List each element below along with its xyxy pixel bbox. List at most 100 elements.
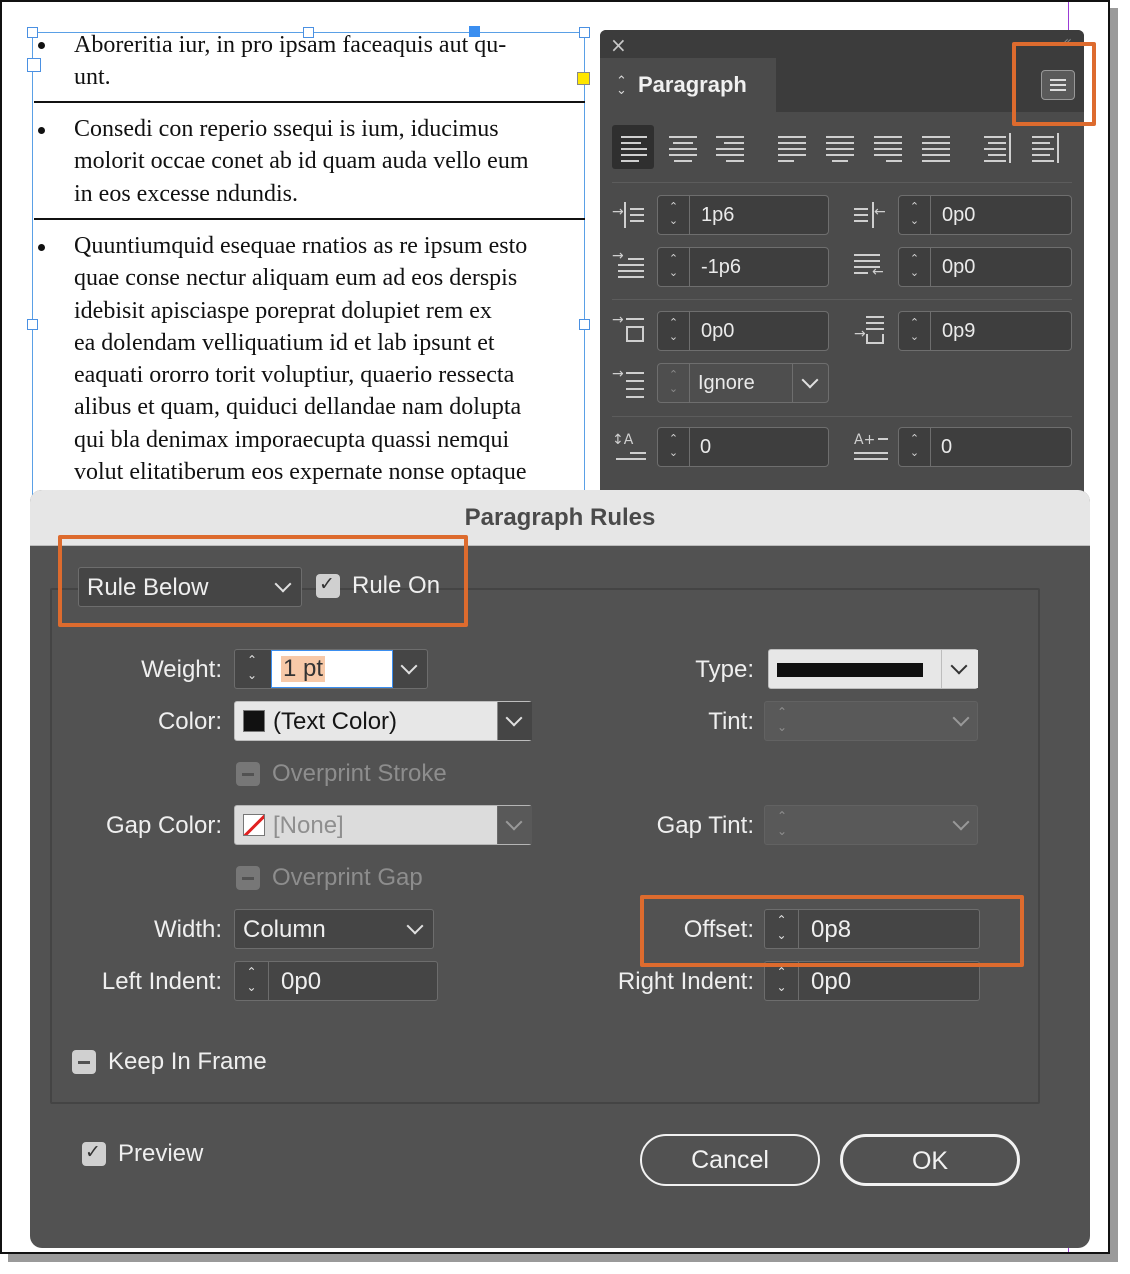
weight-field[interactable]: ⌃ ⌄ 1 pt bbox=[234, 649, 428, 689]
left-indent-value[interactable]: 1p6 bbox=[701, 204, 734, 227]
frame-handle[interactable] bbox=[27, 27, 38, 38]
chevron-down-icon bbox=[406, 917, 424, 935]
justify-center-icon[interactable] bbox=[820, 125, 862, 169]
drop-cap-chars-value[interactable]: 0 bbox=[941, 436, 952, 459]
paragraph-rule bbox=[34, 101, 585, 103]
weight-value[interactable]: 1 pt bbox=[281, 656, 326, 682]
width-select[interactable]: Column bbox=[234, 909, 434, 949]
stepper-icon[interactable]: ⌃ ⌄ bbox=[658, 196, 690, 234]
alignment-buttons bbox=[612, 125, 1072, 171]
align-away-from-spine-icon[interactable] bbox=[1026, 125, 1068, 169]
space-after-field[interactable]: ⌃ ⌄ 0p9 bbox=[898, 311, 1072, 351]
left-indent-value[interactable]: 0p0 bbox=[281, 968, 321, 996]
stepper-icon[interactable]: ⌃ ⌄ bbox=[899, 196, 931, 234]
tint-label: Tint: bbox=[708, 708, 754, 735]
last-line-indent-field[interactable]: ⌃ ⌄ 0p0 bbox=[898, 247, 1072, 287]
frame-handle[interactable] bbox=[27, 58, 41, 72]
offset-highlight-callout bbox=[640, 895, 1024, 967]
first-line-indent-field[interactable]: ⌃ ⌄ -1p6 bbox=[657, 247, 829, 287]
paragraph-3: Quuntiumquid esequae rnatios as re ipsum… bbox=[74, 230, 584, 488]
keep-in-frame-checkbox[interactable] bbox=[72, 1050, 96, 1074]
divider bbox=[612, 416, 1072, 417]
none-swatch-icon bbox=[243, 814, 265, 836]
color-label: Color: bbox=[157, 708, 222, 735]
type-label: Type: bbox=[695, 656, 754, 683]
width-label: Width: bbox=[153, 916, 222, 943]
close-icon[interactable]: × bbox=[610, 33, 627, 57]
align-to-grid-icon: → bbox=[612, 366, 646, 398]
align-to-grid-dropdown[interactable]: ⌃ ⌄ Ignore bbox=[657, 363, 829, 403]
stepper-icon[interactable]: ⌃ ⌄ bbox=[765, 962, 799, 1000]
stepper-icon[interactable]: ⌃ ⌄ bbox=[658, 312, 690, 350]
bullet bbox=[38, 127, 45, 134]
last-line-indent-value[interactable]: 0p0 bbox=[942, 256, 975, 279]
divider bbox=[612, 299, 1072, 300]
right-indent-field[interactable]: ⌃ ⌄ 0p0 bbox=[898, 195, 1072, 235]
stepper-icon[interactable]: ⌃ ⌄ bbox=[658, 248, 690, 286]
preview-label[interactable]: Preview bbox=[118, 1140, 203, 1168]
drop-cap-lines-field[interactable]: ⌃ ⌄ 0 bbox=[657, 427, 829, 467]
color-select[interactable]: (Text Color) bbox=[234, 701, 532, 741]
justify-all-icon[interactable] bbox=[916, 125, 958, 169]
align-towards-spine-icon[interactable] bbox=[978, 125, 1020, 169]
type-select[interactable] bbox=[768, 649, 978, 689]
space-before-value[interactable]: 0p0 bbox=[701, 320, 734, 343]
stepper-icon[interactable]: ⌃ ⌄ bbox=[235, 650, 269, 688]
text-line: alibus et quam, quiduci dellandae nam do… bbox=[74, 394, 522, 421]
stepper-icon[interactable]: ⌃ ⌄ bbox=[899, 312, 931, 350]
chevron-down-icon bbox=[400, 657, 418, 675]
drop-cap-lines-value[interactable]: 0 bbox=[700, 436, 711, 459]
weight-label: Weight: bbox=[141, 656, 222, 683]
align-center-icon[interactable] bbox=[662, 125, 704, 169]
stepper-icon: ⌃ ⌄ bbox=[776, 705, 788, 734]
align-right-icon[interactable] bbox=[710, 125, 752, 169]
right-indent-field[interactable]: ⌃ ⌄ 0p0 bbox=[764, 961, 980, 1001]
text-line: Consedi con reperio ssequi is ium, iduci… bbox=[74, 116, 499, 142]
gap-tint-label: Gap Tint: bbox=[656, 812, 754, 839]
space-after-icon: → bbox=[854, 314, 888, 344]
justify-left-icon[interactable] bbox=[772, 125, 814, 169]
color-value: (Text Color) bbox=[273, 708, 398, 735]
stepper-icon[interactable]: ⌃ ⌄ bbox=[235, 962, 269, 1000]
text-line: volut elitatiberum eos expernate nonse o… bbox=[74, 459, 527, 486]
text-line: unt. bbox=[74, 64, 111, 91]
panel-title: Paragraph bbox=[638, 72, 747, 97]
menu-highlight-callout bbox=[1012, 42, 1096, 126]
drop-cap-chars-icon: A+ bbox=[854, 430, 888, 460]
justify-right-icon[interactable] bbox=[868, 125, 910, 169]
left-indent-field[interactable]: ⌃ ⌄ 0p0 bbox=[234, 961, 438, 1001]
preview-checkbox[interactable]: ✓ bbox=[82, 1141, 106, 1166]
text-line: idebisit apisciaspe poreprat dolupiet re… bbox=[74, 297, 492, 324]
align-left-icon[interactable] bbox=[612, 125, 654, 169]
space-after-value[interactable]: 0p9 bbox=[942, 320, 975, 343]
stepper-icon[interactable]: ⌃ ⌄ bbox=[899, 428, 931, 466]
left-indent-field[interactable]: ⌃ ⌄ 1p6 bbox=[657, 195, 829, 235]
right-indent-value[interactable]: 0p0 bbox=[942, 204, 975, 227]
keep-in-frame-label[interactable]: Keep In Frame bbox=[108, 1048, 267, 1076]
text-line: Aboreritia iur, in pro ipsam faceaquis a… bbox=[74, 32, 507, 58]
gap-color-label: Gap Color: bbox=[105, 812, 222, 839]
space-before-field[interactable]: ⌃ ⌄ 0p0 bbox=[657, 311, 829, 351]
screenshot-frame: Aboreritia iur, in pro ipsam faceaquis a… bbox=[0, 0, 1110, 1254]
right-indent-value[interactable]: 0p0 bbox=[811, 968, 851, 996]
frame-handle[interactable] bbox=[27, 319, 38, 330]
first-line-indent-value[interactable]: -1p6 bbox=[701, 256, 741, 279]
gap-color-value: [None] bbox=[273, 812, 344, 839]
gap-tint-field: ⌃ ⌄ bbox=[764, 805, 978, 845]
drop-cap-chars-field[interactable]: ⌃ ⌄ 0 bbox=[898, 427, 1072, 467]
cancel-button[interactable]: Cancel bbox=[640, 1134, 820, 1186]
divider bbox=[612, 182, 1072, 183]
stepper-icon[interactable]: ⌃ ⌄ bbox=[658, 428, 690, 466]
text-line: ea dolendam velliquatium id et lab ipsun… bbox=[74, 329, 495, 356]
width-value: Column bbox=[243, 916, 326, 943]
overprint-stroke-checkbox bbox=[236, 762, 260, 786]
align-to-grid-value[interactable]: Ignore bbox=[698, 372, 755, 395]
last-line-indent-icon: ← bbox=[854, 250, 888, 280]
paragraph-rule bbox=[34, 218, 585, 220]
gap-color-select[interactable]: [None] bbox=[234, 805, 532, 845]
paragraph-2: Consedi con reperio ssequi is ium, iduci… bbox=[74, 113, 584, 210]
bullet bbox=[38, 244, 45, 251]
dropdown-toggle[interactable] bbox=[792, 364, 828, 402]
ok-button[interactable]: OK bbox=[840, 1134, 1020, 1186]
stepper-icon[interactable]: ⌃ ⌄ bbox=[899, 248, 931, 286]
